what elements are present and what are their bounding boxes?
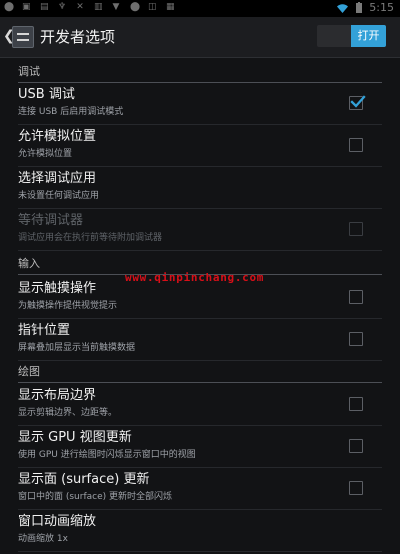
- pref-title: 等待调试器: [18, 213, 84, 228]
- pref-show-touches[interactable]: 显示触摸操作 为触摸操作提供视觉提示: [18, 278, 382, 319]
- check-icon: [350, 95, 366, 108]
- status-right: 5:15: [336, 1, 394, 15]
- pref-title: 选择调试应用: [18, 171, 97, 186]
- settings-icon: ▦: [166, 2, 175, 12]
- apk-icon: ▤: [40, 2, 49, 12]
- pref-show-gpu-view-updates[interactable]: 显示 GPU 视图更新 使用 GPU 进行绘图时闪烁显示窗口中的视图: [18, 427, 382, 468]
- status-bar: ⬤ ▣ ▤ ♆ ✕ ▥ ▼ ⬤ ◫ ▦ 5:15: [0, 0, 400, 17]
- pointer-location-checkbox[interactable]: [349, 332, 363, 346]
- download-icon: ▼: [112, 2, 120, 12]
- settings-icon[interactable]: [12, 26, 34, 48]
- pref-mock-location[interactable]: 允许模拟位置 允许模拟位置: [18, 126, 382, 167]
- usb-debugging-checkbox[interactable]: [349, 95, 366, 110]
- show-touches-checkbox[interactable]: [349, 290, 363, 304]
- usb-icon: ♆: [58, 2, 67, 12]
- chat-icon: ◫: [148, 2, 157, 12]
- pref-show-surface-updates[interactable]: 显示面 (surface) 更新 窗口中的面 (surface) 更新时全部闪烁: [18, 469, 382, 510]
- pref-title: 窗口动画缩放: [18, 514, 97, 529]
- pref-title: USB 调试: [18, 87, 75, 102]
- mock-location-checkbox[interactable]: [349, 138, 363, 152]
- pref-title: 允许模拟位置: [18, 129, 97, 144]
- pref-wait-for-debugger: 等待调试器 调试应用会在执行前等待附加调试器: [18, 210, 382, 251]
- android-icon: ⬤: [4, 2, 15, 12]
- show-gpu-view-updates-checkbox[interactable]: [349, 439, 363, 453]
- tool-icon: ✕: [76, 2, 84, 12]
- notification-icons: ⬤ ▣ ▤ ♆ ✕ ▥ ▼ ⬤ ◫ ▦: [4, 2, 175, 13]
- pref-summary: 使用 GPU 进行绘图时闪烁显示窗口中的视图: [18, 450, 196, 460]
- watermark-text: www.qinpinchang.com: [125, 271, 265, 284]
- file-icon: ▥: [94, 2, 103, 12]
- wait-for-debugger-checkbox: [349, 222, 363, 236]
- show-surface-updates-checkbox[interactable]: [349, 481, 363, 495]
- pref-title: 显示面 (surface) 更新: [18, 472, 150, 487]
- pref-pointer-location[interactable]: 指针位置 屏幕叠加层显示当前触摸数据: [18, 320, 382, 361]
- image-icon: ▣: [22, 2, 31, 12]
- wifi-icon: [337, 4, 349, 13]
- settings-list: 调试 USB 调试 连接 USB 后启用调试模式 允许模拟位置 允许模拟位置 选…: [0, 58, 400, 554]
- developer-options-toggle[interactable]: 打开: [317, 25, 386, 47]
- pref-title: 显示 GPU 视图更新: [18, 430, 132, 445]
- action-bar: ❮ 开发者选项 打开: [0, 17, 400, 58]
- pref-summary: 为触摸操作提供视觉提示: [18, 301, 118, 311]
- show-layout-bounds-checkbox[interactable]: [349, 397, 363, 411]
- pref-summary: 显示剪辑边界、边距等。: [18, 408, 118, 418]
- pref-window-animation-scale[interactable]: 窗口动画缩放 动画缩放 1x: [18, 511, 382, 552]
- pref-summary: 调试应用会在执行前等待附加调试器: [18, 233, 163, 243]
- pref-title: 显示布局边界: [18, 388, 97, 403]
- pref-select-debug-app[interactable]: 选择调试应用 未设置任何调试应用: [18, 168, 382, 209]
- pref-summary: 连接 USB 后启用调试模式: [18, 107, 124, 117]
- pref-summary: 动画缩放 1x: [18, 534, 68, 544]
- pref-usb-debugging[interactable]: USB 调试 连接 USB 后启用调试模式: [18, 84, 382, 125]
- pref-summary: 屏幕叠加层显示当前触摸数据: [18, 343, 136, 353]
- pref-title: 显示触摸操作: [18, 281, 97, 296]
- section-header-debug: 调试: [18, 62, 382, 83]
- status-time: 5:15: [369, 1, 394, 14]
- android-icon: ⬤: [130, 2, 141, 12]
- pref-summary: 窗口中的面 (surface) 更新时全部闪烁: [18, 492, 173, 502]
- section-header-drawing: 绘图: [18, 362, 382, 383]
- pref-show-layout-bounds[interactable]: 显示布局边界 显示剪辑边界、边距等。: [18, 385, 382, 426]
- pref-title: 指针位置: [18, 323, 71, 338]
- toggle-on-label: 打开: [351, 25, 386, 47]
- pref-summary: 允许模拟位置: [18, 149, 73, 159]
- battery-icon: [356, 2, 363, 13]
- page-title: 开发者选项: [40, 28, 116, 46]
- pref-summary: 未设置任何调试应用: [18, 191, 100, 201]
